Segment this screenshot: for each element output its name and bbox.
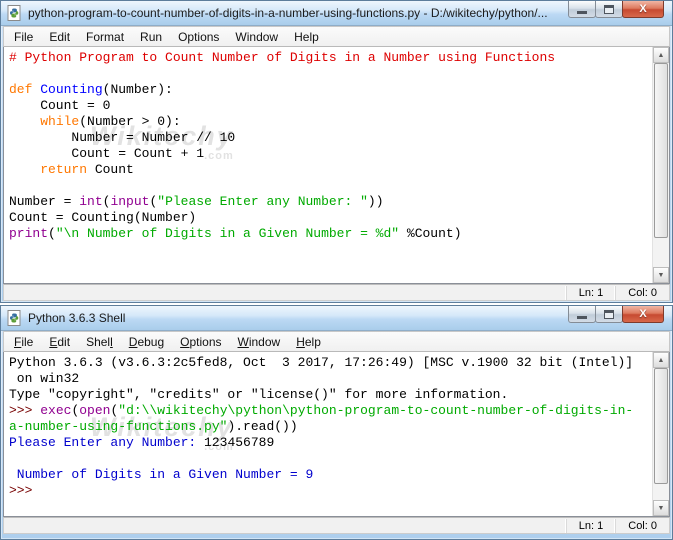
shell-content: Python 3.6.3 (v3.6.3:2c5fed8, Oct 3 2017…: [3, 352, 670, 517]
scrollbar-thumb[interactable]: [654, 368, 668, 484]
shell-textarea[interactable]: Python 3.6.3 (v3.6.3:2c5fed8, Oct 3 2017…: [4, 352, 652, 516]
arrow-up-icon: ▲: [658, 357, 665, 364]
text-line: a-number-using-functions.py").read()): [9, 419, 652, 435]
text-line: Type "copyright", "credits" or "license(…: [9, 387, 652, 403]
menu-item-help[interactable]: Help: [286, 28, 327, 46]
menu-item-edit[interactable]: Edit: [41, 333, 78, 351]
line-indicator: Ln: 1: [566, 286, 615, 300]
python-file-icon: [7, 5, 23, 21]
scrollbar-thumb[interactable]: [654, 63, 668, 238]
shell-statusbar: Ln: 1 Col: 0: [3, 517, 670, 534]
shell-window: Python 3.6.3 Shell X FileEditShellDebugO…: [0, 305, 673, 540]
close-icon: X: [639, 3, 646, 15]
editor-menubar: FileEditFormatRunOptionsWindowHelp: [3, 26, 670, 47]
shell-window-title: Python 3.6.3 Shell: [28, 311, 125, 325]
scroll-up-button[interactable]: ▲: [653, 47, 669, 63]
editor-content: # Python Program to Count Number of Digi…: [3, 47, 670, 284]
arrow-down-icon: ▼: [658, 272, 665, 279]
text-line: Number = Number // 10: [9, 130, 652, 146]
shell-scrollbar[interactable]: ▲ ▼: [652, 352, 669, 516]
column-indicator: Col: 0: [615, 519, 669, 533]
menu-item-shell[interactable]: Shell: [78, 333, 121, 351]
text-line: Count = Count + 1: [9, 146, 652, 162]
editor-window: python-program-to-count-number-of-digits…: [0, 0, 673, 303]
menu-item-edit[interactable]: Edit: [41, 28, 78, 46]
menu-item-help[interactable]: Help: [288, 333, 329, 351]
menu-item-window[interactable]: Window: [227, 28, 286, 46]
text-line: Please Enter any Number: 123456789: [9, 435, 652, 451]
python-shell-icon: [7, 310, 23, 326]
maximize-icon: [604, 5, 614, 14]
scroll-up-button[interactable]: ▲: [653, 352, 669, 368]
menu-item-format[interactable]: Format: [78, 28, 132, 46]
editor-window-title: python-program-to-count-number-of-digits…: [28, 6, 548, 20]
text-line: [9, 66, 652, 82]
line-indicator: Ln: 1: [566, 519, 615, 533]
editor-titlebar[interactable]: python-program-to-count-number-of-digits…: [1, 1, 672, 26]
text-line: on win32: [9, 371, 652, 387]
text-line: Number = int(input("Please Enter any Num…: [9, 194, 652, 210]
text-line: >>> exec(open("d:\\wikitechy\python\pyth…: [9, 403, 652, 419]
text-line: >>>: [9, 483, 652, 499]
text-line: Count = 0: [9, 98, 652, 114]
text-line: def Counting(Number):: [9, 82, 652, 98]
menu-item-options[interactable]: Options: [170, 28, 227, 46]
text-line: Python 3.6.3 (v3.6.3:2c5fed8, Oct 3 2017…: [9, 355, 652, 371]
minimize-icon: [577, 316, 587, 319]
text-line: while(Number > 0):: [9, 114, 652, 130]
minimize-button[interactable]: [568, 306, 596, 323]
minimize-icon: [577, 11, 587, 14]
column-indicator: Col: 0: [615, 286, 669, 300]
menu-item-debug[interactable]: Debug: [121, 333, 172, 351]
text-line: print("\n Number of Digits in a Given Nu…: [9, 226, 652, 242]
maximize-button[interactable]: [595, 1, 623, 18]
menu-item-file[interactable]: File: [6, 28, 41, 46]
maximize-button[interactable]: [595, 306, 623, 323]
menu-item-options[interactable]: Options: [172, 333, 229, 351]
editor-window-controls: X: [569, 1, 664, 18]
shell-menubar: FileEditShellDebugOptionsWindowHelp: [3, 331, 670, 352]
editor-textarea[interactable]: # Python Program to Count Number of Digi…: [4, 47, 652, 283]
scrollbar-track[interactable]: [653, 368, 669, 500]
arrow-down-icon: ▼: [658, 505, 665, 512]
text-line: # Python Program to Count Number of Digi…: [9, 50, 652, 66]
scroll-down-button[interactable]: ▼: [653, 267, 669, 283]
scroll-down-button[interactable]: ▼: [653, 500, 669, 516]
close-button[interactable]: X: [622, 306, 664, 323]
shell-window-controls: X: [569, 306, 664, 323]
shell-titlebar[interactable]: Python 3.6.3 Shell X: [1, 306, 672, 331]
minimize-button[interactable]: [568, 1, 596, 18]
arrow-up-icon: ▲: [658, 52, 665, 59]
editor-scrollbar[interactable]: ▲ ▼: [652, 47, 669, 283]
scrollbar-track[interactable]: [653, 63, 669, 267]
menu-item-run[interactable]: Run: [132, 28, 170, 46]
text-line: [9, 451, 652, 467]
menu-item-window[interactable]: Window: [230, 333, 289, 351]
text-line: [9, 178, 652, 194]
text-line: return Count: [9, 162, 652, 178]
close-icon: X: [639, 308, 646, 320]
text-line: Count = Counting(Number): [9, 210, 652, 226]
maximize-icon: [604, 310, 614, 319]
editor-statusbar: Ln: 1 Col: 0: [3, 284, 670, 301]
close-button[interactable]: X: [622, 1, 664, 18]
menu-item-file[interactable]: File: [6, 333, 41, 351]
text-line: Number of Digits in a Given Number = 9: [9, 467, 652, 483]
